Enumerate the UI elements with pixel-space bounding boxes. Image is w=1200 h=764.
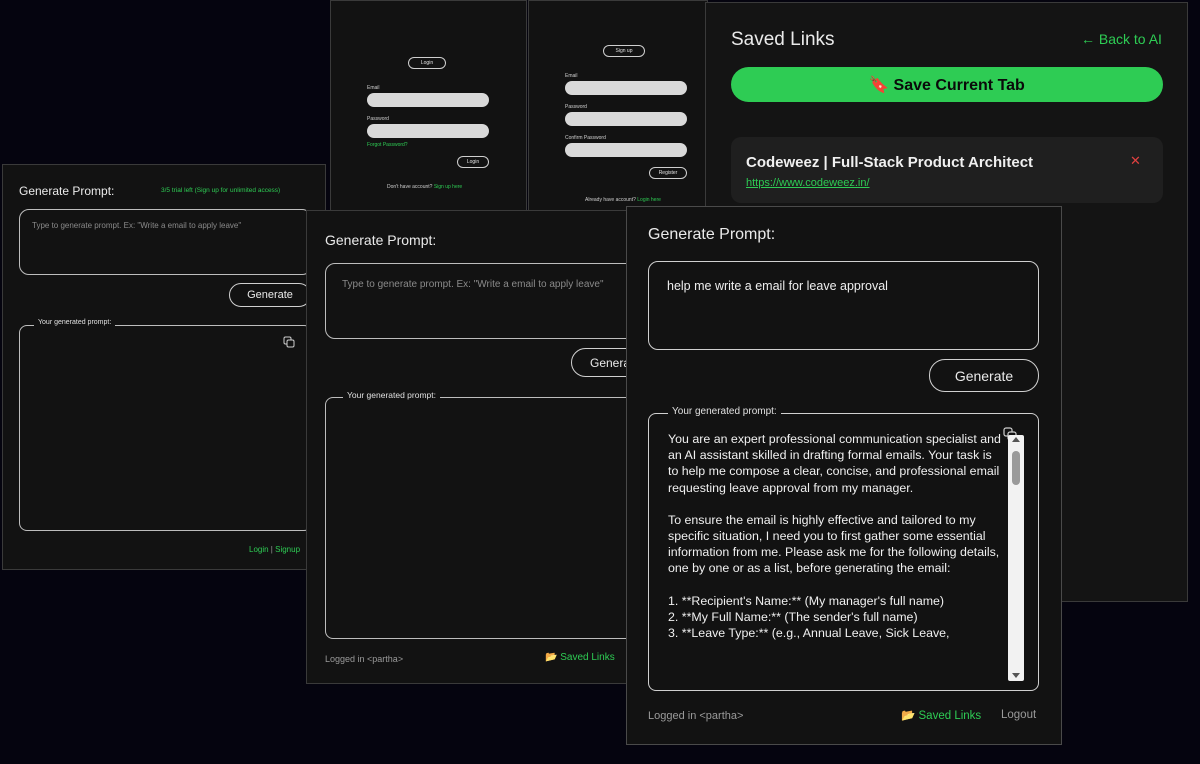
login-submit-button[interactable]: Login	[457, 156, 489, 168]
output-list-item: 1. **Recipient's Name:** (My manager's f…	[668, 593, 945, 608]
signup-panel: Sign up Email Password Confirm Password …	[528, 0, 708, 212]
login-link[interactable]: Login	[249, 545, 269, 554]
login-footer-text: Don't have account?	[387, 184, 433, 190]
register-button[interactable]: Register	[649, 167, 687, 179]
signup-footer-text: Already have account?	[585, 197, 636, 203]
confirm-password-label: Confirm Password	[565, 135, 606, 141]
generated-prompt-box	[19, 325, 312, 531]
generated-prompt-legend: Your generated prompt:	[34, 319, 116, 326]
logged-in-status: Logged in <partha>	[325, 654, 404, 664]
prompt-panel-empty: Generate Prompt: Type to generate prompt…	[306, 210, 640, 684]
logout-link[interactable]: Logout	[1001, 709, 1036, 721]
output-paragraph: You are an expert professional communica…	[668, 432, 1001, 495]
password-field[interactable]	[367, 124, 489, 138]
page-title: Generate Prompt:	[325, 232, 437, 248]
auth-links: Login | Signup	[249, 545, 300, 554]
trial-left-link[interactable]: 3/5 trial left (Sign up for unlimited ac…	[161, 187, 280, 194]
output-paragraph: To ensure the email is highly effective …	[668, 512, 1000, 576]
output-list-item: 3. **Leave Type:** (e.g., Annual Leave, …	[668, 626, 950, 641]
copy-icon[interactable]	[283, 335, 295, 348]
logged-in-status: Logged in <partha>	[648, 710, 744, 722]
scroll-down-arrow-icon[interactable]	[1012, 673, 1020, 678]
generated-prompt-box	[325, 397, 639, 639]
saved-link-title[interactable]: Codeweez | Full-Stack Product Architect	[746, 154, 1033, 171]
login-here-link[interactable]: Login here	[637, 197, 661, 203]
page-title: Generate Prompt:	[19, 184, 115, 198]
signup-email-label: Email	[565, 73, 578, 79]
prompt-input[interactable]: Type to generate prompt. Ex: "Write a em…	[325, 263, 639, 339]
password-label: Password	[367, 116, 389, 122]
saved-links-link[interactable]: 📂 Saved Links	[901, 708, 981, 722]
email-label: Email	[367, 85, 380, 91]
page-title: Generate Prompt:	[648, 226, 776, 243]
generate-button[interactable]: Generate	[229, 283, 311, 307]
generate-button[interactable]: Generate	[929, 359, 1039, 392]
prompt-panel-trial: Generate Prompt: 3/5 trial left (Sign up…	[2, 164, 326, 570]
prompt-input[interactable]: Type to generate prompt. Ex: "Write a em…	[19, 209, 312, 275]
delete-link-icon[interactable]: ✕	[1130, 153, 1141, 169]
saved-link-url[interactable]: https://www.codeweez.in/	[746, 177, 870, 189]
output-scrollbar[interactable]	[1008, 435, 1024, 681]
save-current-tab-button[interactable]: 🔖 Save Current Tab	[731, 67, 1163, 102]
prompt-input[interactable]: help me write a email for leave approval	[648, 261, 1039, 350]
generated-prompt-legend: Your generated prompt:	[668, 406, 781, 417]
confirm-password-field[interactable]	[565, 143, 687, 157]
scroll-up-arrow-icon[interactable]	[1012, 437, 1020, 442]
generated-prompt-output[interactable]: You are an expert professional communica…	[668, 431, 1003, 679]
signup-here-link[interactable]: Sign up here	[434, 184, 462, 190]
prompt-panel-filled: Generate Prompt: help me write a email f…	[626, 206, 1062, 745]
scrollbar-thumb[interactable]	[1012, 451, 1020, 485]
email-field[interactable]	[367, 93, 489, 107]
signup-footer: Already have account? Login here	[585, 197, 661, 203]
signup-password-label: Password	[565, 104, 587, 110]
login-title-pill: Login	[408, 57, 446, 69]
login-panel: Login Email Password Forgot Password? Lo…	[330, 0, 527, 212]
signup-link[interactable]: Signup	[275, 545, 300, 554]
output-list-item: 2. **My Full Name:** (The sender's full …	[668, 609, 918, 624]
login-footer: Don't have account? Sign up here	[387, 184, 462, 190]
back-to-ai-link[interactable]: ← Back to AI	[1081, 31, 1162, 47]
generated-prompt-legend: Your generated prompt:	[343, 390, 440, 400]
forgot-password-link[interactable]: Forgot Password?	[367, 142, 408, 148]
signup-email-field[interactable]	[565, 81, 687, 95]
saved-links-title: Saved Links	[731, 29, 835, 50]
signup-title-pill: Sign up	[603, 45, 645, 57]
signup-password-field[interactable]	[565, 112, 687, 126]
saved-links-link[interactable]: 📂 Saved Links	[545, 652, 615, 663]
saved-link-card: Codeweez | Full-Stack Product Architect …	[731, 137, 1163, 203]
